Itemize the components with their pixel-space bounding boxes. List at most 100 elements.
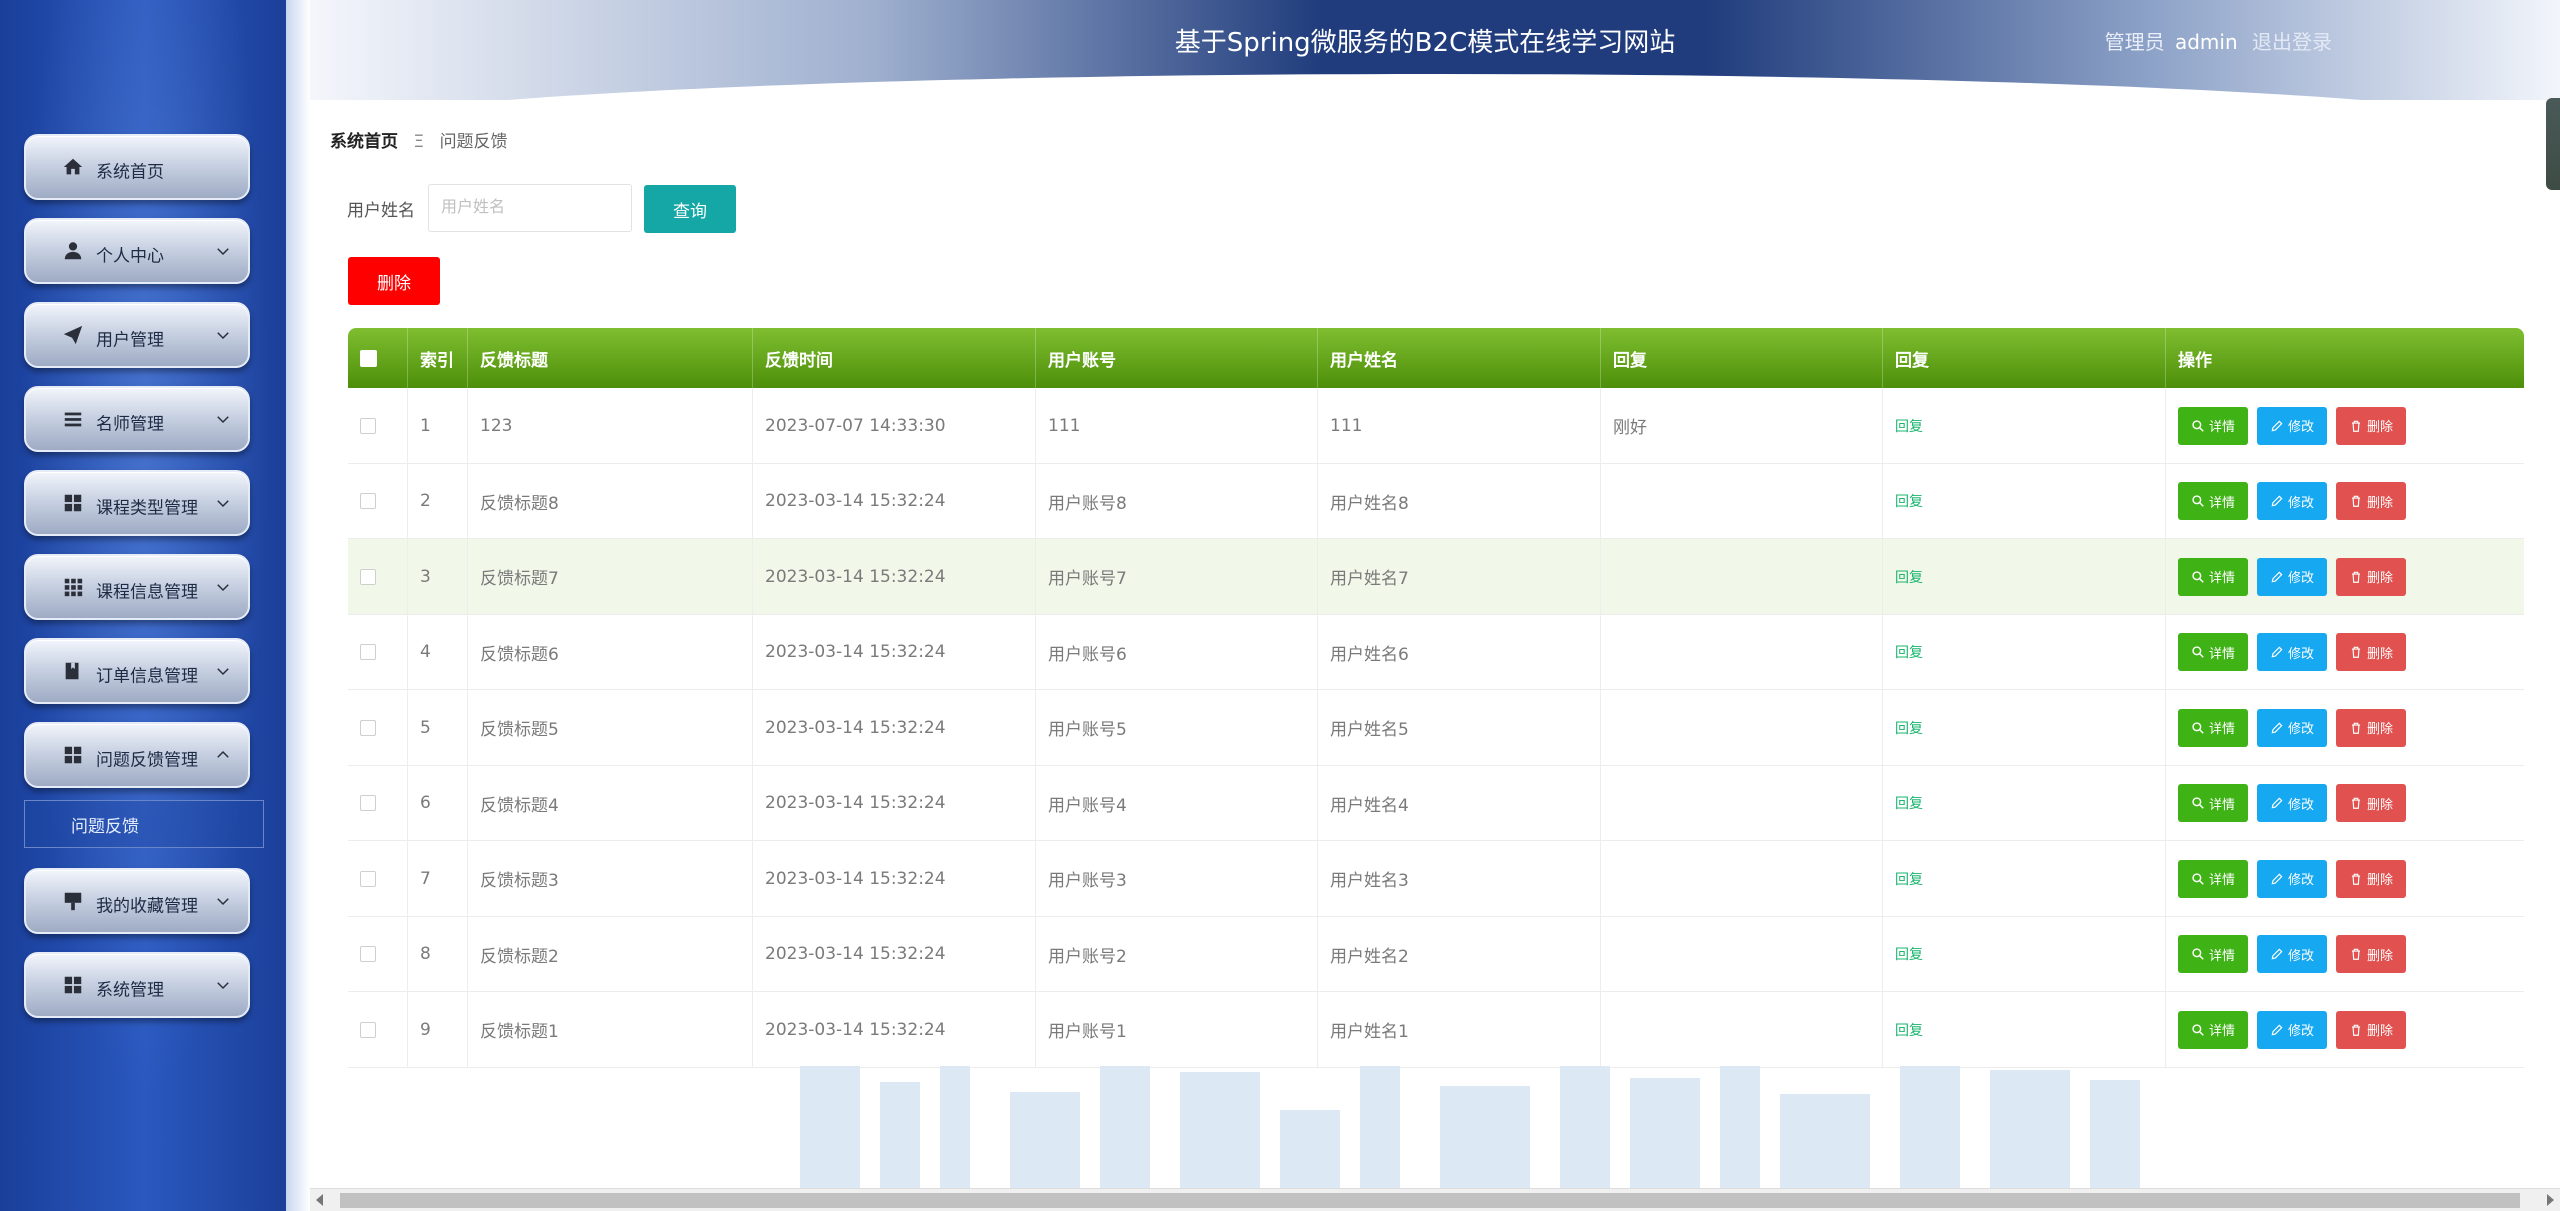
reply-link[interactable]: 回复 xyxy=(1895,718,1923,738)
cell-reply xyxy=(1601,992,1883,1067)
chevron-down-icon xyxy=(214,410,232,428)
sidebar-item[interactable]: 课程类型管理 xyxy=(24,470,250,536)
row-delete-button[interactable]: 删除 xyxy=(2336,633,2406,671)
user-icon xyxy=(62,240,84,262)
search-input[interactable] xyxy=(428,184,632,232)
sidebar-item[interactable]: 课程信息管理 xyxy=(24,554,250,620)
row-checkbox[interactable] xyxy=(360,644,376,660)
sidebar-item[interactable]: 个人中心 xyxy=(24,218,250,284)
sidebar-item[interactable]: 用户管理 xyxy=(24,302,250,368)
column-header: 回复 xyxy=(1883,328,2166,388)
delete-button[interactable]: 删除 xyxy=(348,257,440,305)
reply-link[interactable]: 回复 xyxy=(1895,491,1923,511)
sidebar-item[interactable]: 名师管理 xyxy=(24,386,250,452)
row-checkbox[interactable] xyxy=(360,870,376,887)
row-delete-button[interactable]: 删除 xyxy=(2336,482,2406,520)
row-delete-button[interactable]: 删除 xyxy=(2336,708,2406,747)
building-shape xyxy=(880,1082,920,1190)
edit-button[interactable]: 修改 xyxy=(2257,935,2327,973)
sidebar-item[interactable]: 订单信息管理 xyxy=(24,638,250,704)
edit-button[interactable]: 修改 xyxy=(2257,1010,2327,1049)
detail-button[interactable]: 详情 xyxy=(2178,1010,2248,1049)
table-row[interactable]: 9 反馈标题1 2023-03-14 15:32:24 用户账号1 用户姓名1 回复 详情 修… xyxy=(348,992,2524,1068)
list-icon xyxy=(62,408,84,430)
user-role: 管理员 xyxy=(2104,30,2165,54)
row-checkbox[interactable] xyxy=(360,568,376,585)
detail-button[interactable]: 详情 xyxy=(2178,557,2248,596)
row-delete-button[interactable]: 删除 xyxy=(2336,1010,2406,1049)
column-header: 反馈标题 xyxy=(468,328,753,388)
building-shape xyxy=(1010,1092,1080,1190)
edit-button[interactable]: 修改 xyxy=(2257,406,2327,445)
row-checkbox[interactable] xyxy=(360,417,376,434)
detail-button[interactable]: 详情 xyxy=(2178,859,2248,898)
sidebar-item[interactable]: 系统管理 xyxy=(24,952,250,1018)
sidebar-item[interactable]: 我的收藏管理 xyxy=(24,868,250,934)
scroll-right-icon[interactable] xyxy=(2547,1194,2554,1206)
detail-button[interactable]: 详情 xyxy=(2178,935,2248,973)
row-checkbox[interactable] xyxy=(360,493,376,509)
breadcrumb-home[interactable]: 系统首页 xyxy=(330,132,398,152)
row-checkbox[interactable] xyxy=(360,1021,376,1038)
scroll-left-icon[interactable] xyxy=(316,1194,323,1206)
reply-link[interactable]: 回复 xyxy=(1895,567,1923,587)
edit-button[interactable]: 修改 xyxy=(2257,482,2327,520)
table-row[interactable]: 3 反馈标题7 2023-03-14 15:32:24 用户账号7 用户姓名7 回复 详情 修… xyxy=(348,539,2524,615)
table-row[interactable]: 1 123 2023-07-07 14:33:30 111 111 刚好 回复 详情 修改 删除 xyxy=(348,388,2524,464)
pencil-icon xyxy=(2270,645,2284,659)
sidebar-item[interactable]: 系统首页 xyxy=(24,134,250,200)
row-delete-button[interactable]: 删除 xyxy=(2336,784,2406,822)
select-all-checkbox[interactable] xyxy=(360,349,377,367)
table-row[interactable]: 8 反馈标题2 2023-03-14 15:32:24 用户账号2 用户姓名2 回复 详情 修… xyxy=(348,916,2524,992)
edit-button[interactable]: 修改 xyxy=(2257,633,2327,671)
search-icon xyxy=(2191,796,2205,810)
detail-button[interactable]: 详情 xyxy=(2178,406,2248,445)
table-row[interactable]: 5 反馈标题5 2023-03-14 15:32:24 用户账号5 用户姓名5 回复 详情 修… xyxy=(348,690,2524,766)
reply-link[interactable]: 回复 xyxy=(1895,944,1923,964)
logout-link[interactable]: 退出登录 xyxy=(2252,30,2332,54)
cell-actions: 详情 修改 删除 xyxy=(2166,539,2524,614)
sidebar-subitem[interactable]: 问题反馈 xyxy=(24,800,264,848)
reply-link[interactable]: 回复 xyxy=(1895,1020,1923,1040)
background-decoration xyxy=(800,1066,2160,1190)
row-delete-button[interactable]: 删除 xyxy=(2336,935,2406,973)
sidebar-item[interactable]: 问题反馈管理 xyxy=(24,722,250,788)
chevron-down-icon xyxy=(214,494,232,512)
cell-actions: 详情 修改 删除 xyxy=(2166,615,2524,690)
row-delete-button[interactable]: 删除 xyxy=(2336,406,2406,445)
row-delete-button[interactable]: 删除 xyxy=(2336,859,2406,898)
cell-title: 反馈标题7 xyxy=(468,539,753,614)
query-button[interactable]: 查询 xyxy=(644,185,736,233)
detail-button[interactable]: 详情 xyxy=(2178,708,2248,747)
table-row[interactable]: 4 反馈标题6 2023-03-14 15:32:24 用户账号6 用户姓名6 回复 详情 修… xyxy=(348,614,2524,690)
table-row[interactable]: 6 反馈标题4 2023-03-14 15:32:24 用户账号4 用户姓名4 回复 详情 修… xyxy=(348,765,2524,841)
cell-title: 反馈标题6 xyxy=(468,614,753,690)
row-checkbox[interactable] xyxy=(360,719,376,736)
detail-button[interactable]: 详情 xyxy=(2178,482,2248,520)
row-delete-button[interactable]: 删除 xyxy=(2336,557,2406,596)
cell-account: 用户账号3 xyxy=(1036,841,1318,916)
pencil-icon xyxy=(2270,796,2284,810)
detail-button-label: 详情 xyxy=(2208,797,2235,813)
edit-button[interactable]: 修改 xyxy=(2257,859,2327,898)
row-checkbox[interactable] xyxy=(360,795,376,811)
table-row[interactable]: 2 反馈标题8 2023-03-14 15:32:24 用户账号8 用户姓名8 回复 详情 修… xyxy=(348,463,2524,539)
row-checkbox[interactable] xyxy=(360,946,376,962)
edit-button[interactable]: 修改 xyxy=(2257,557,2327,596)
horizontal-scrollbar[interactable] xyxy=(310,1188,2560,1211)
building-shape xyxy=(1180,1072,1260,1190)
edit-button[interactable]: 修改 xyxy=(2257,784,2327,822)
reply-link[interactable]: 回复 xyxy=(1895,642,1923,662)
detail-button[interactable]: 详情 xyxy=(2178,633,2248,671)
side-tab[interactable] xyxy=(2546,98,2560,190)
table-row[interactable]: 7 反馈标题3 2023-03-14 15:32:24 用户账号3 用户姓名3 回复 详情 修… xyxy=(348,841,2524,917)
reply-link[interactable]: 回复 xyxy=(1895,793,1923,813)
cell-reply: 刚好 xyxy=(1601,388,1883,463)
reply-link[interactable]: 回复 xyxy=(1895,416,1923,436)
edit-button[interactable]: 修改 xyxy=(2257,708,2327,747)
cell-index: 5 xyxy=(408,690,468,765)
detail-button[interactable]: 详情 xyxy=(2178,784,2248,822)
reply-link[interactable]: 回复 xyxy=(1895,869,1923,889)
detail-button-label: 详情 xyxy=(2208,495,2235,511)
scrollbar-thumb[interactable] xyxy=(340,1193,2520,1208)
